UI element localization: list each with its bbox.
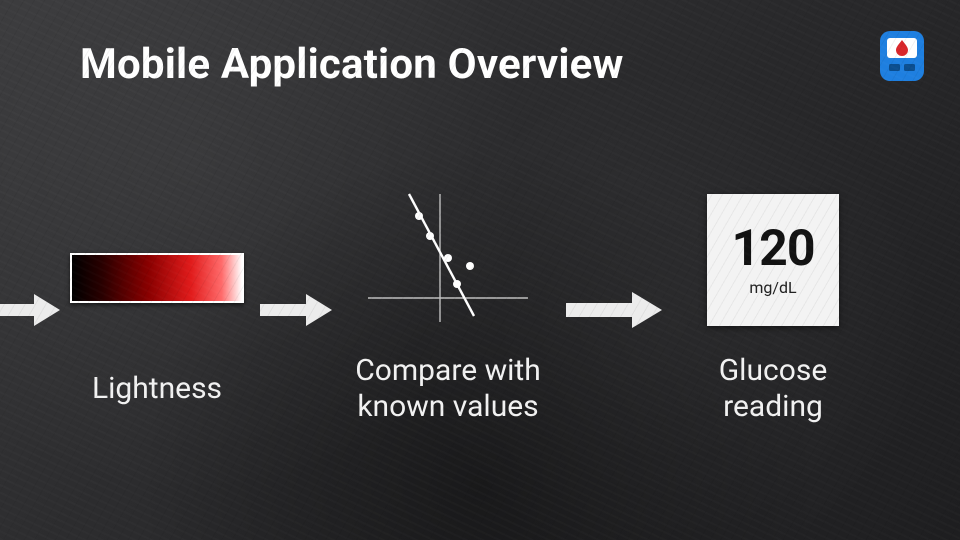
- step-caption: Compare with known values: [338, 353, 558, 425]
- slide-title: Mobile Application Overview: [80, 40, 624, 89]
- arrow-icon: [0, 292, 62, 328]
- step-lightness: Lightness: [62, 213, 252, 407]
- step-glucose-reading: 120 mg/dL Glucose reading: [668, 195, 878, 425]
- step-compare: Compare with known values: [338, 195, 558, 425]
- glucose-card: 120 mg/dL: [707, 194, 839, 326]
- slide: Mobile Application Overview Lightness: [0, 0, 960, 540]
- arrow-icon: [252, 292, 338, 328]
- glucose-meter-icon: [874, 28, 930, 84]
- glucose-value: 120: [731, 224, 814, 274]
- lightness-gradient-bar: [70, 253, 244, 303]
- step-caption: Lightness: [62, 371, 252, 407]
- calibration-scatter-chart: [363, 190, 533, 330]
- step-caption: Glucose reading: [668, 353, 878, 425]
- process-flow: Lightness: [0, 195, 960, 425]
- arrow-icon: [558, 290, 668, 330]
- glucose-unit: mg/dL: [749, 278, 796, 297]
